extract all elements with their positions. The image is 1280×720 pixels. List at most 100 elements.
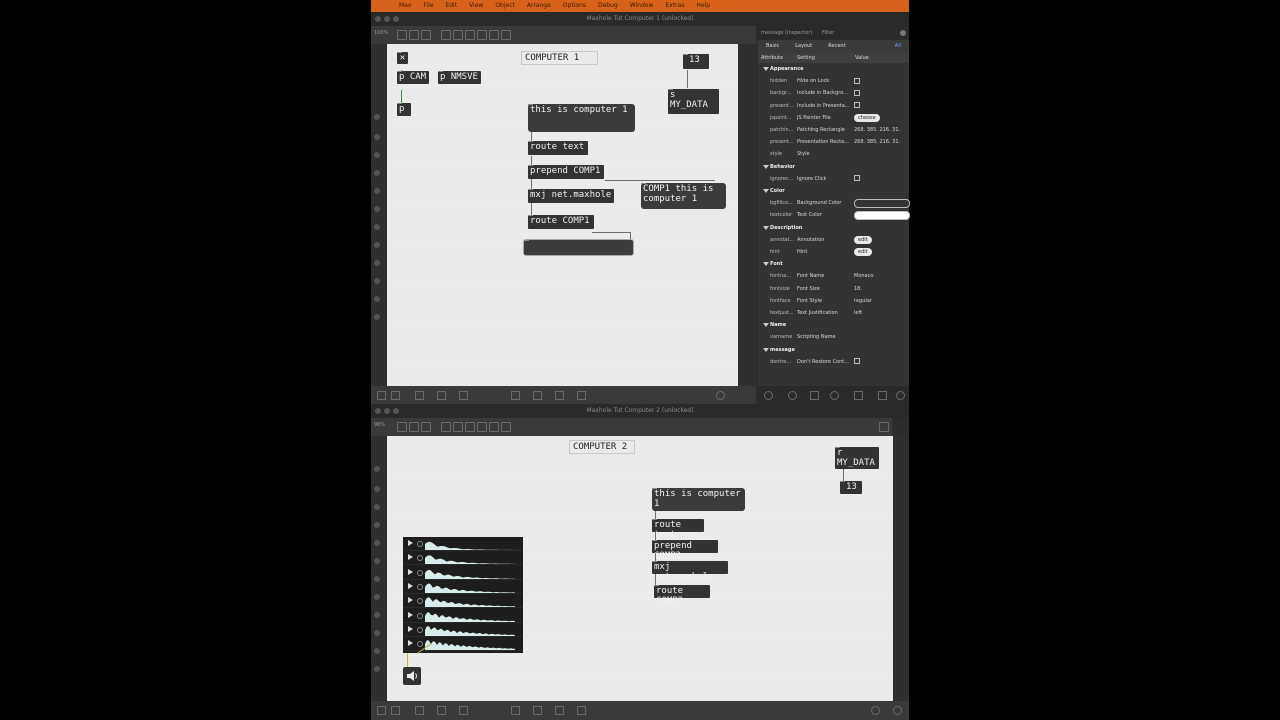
menu-extras[interactable]: Extras — [665, 0, 684, 12]
sidebar-icon-8[interactable] — [374, 594, 380, 600]
play-icon[interactable] — [408, 611, 413, 618]
sidebar-icon-4[interactable] — [374, 170, 380, 176]
window1-scrollbar[interactable] — [738, 44, 756, 386]
inspector-row[interactable]: style Style — [758, 148, 909, 160]
loop-icon[interactable] — [417, 583, 423, 590]
tab-basic[interactable]: Basic — [758, 40, 787, 53]
sidebar-icon-9[interactable] — [374, 612, 380, 618]
message-new-selected[interactable] — [523, 239, 634, 256]
window2-canvas[interactable]: COMPUTER 2 r MY_DATA 13 this is computer… — [387, 436, 893, 701]
sidebar-icon-11[interactable] — [374, 296, 380, 302]
inspector-row[interactable]: patchin... Patching Rectangle 268. 385. 21… — [758, 124, 909, 136]
disclosure-triangle-icon[interactable] — [763, 67, 769, 71]
inspector-row[interactable]: jspaint... JS Painter File choose — [758, 112, 909, 124]
bottom-icon-7[interactable] — [533, 706, 542, 715]
mxj-net-maxhole[interactable]: mxj net.maxhole — [652, 561, 728, 582]
number-box[interactable]: 13 — [840, 481, 862, 494]
inspector-section[interactable]: Appearance — [758, 63, 909, 75]
bottom-icon-8[interactable] — [555, 391, 564, 400]
value-cell[interactable]: 18. — [854, 283, 862, 295]
sidebar-toggle-icon[interactable] — [879, 422, 889, 432]
menu-file[interactable]: File — [423, 0, 433, 12]
bottom-icon-5[interactable] — [459, 706, 468, 715]
route-comp1[interactable]: route COMP1 — [528, 215, 594, 229]
sidebar-icon-2[interactable] — [374, 486, 380, 492]
checkbox[interactable] — [854, 89, 860, 96]
tab-layout[interactable]: Layout — [787, 40, 820, 53]
bottom-icon-4[interactable] — [437, 706, 446, 715]
sidebar-icon-8[interactable] — [374, 242, 380, 248]
checkbox[interactable] — [854, 102, 860, 109]
loop-icon[interactable] — [417, 612, 423, 619]
inspector-row[interactable]: dontre... Don't Restore Cont... — [758, 356, 909, 368]
bottom-icon-5[interactable] — [459, 391, 468, 400]
number-icon[interactable] — [489, 30, 499, 40]
patch-cord[interactable] — [401, 90, 402, 104]
disclosure-triangle-icon[interactable] — [763, 323, 769, 328]
waveform-track[interactable] — [403, 594, 523, 609]
bottom-icon-4[interactable] — [437, 391, 446, 400]
sidebar-icon-9[interactable] — [374, 260, 380, 266]
bottom-icon-9[interactable] — [577, 391, 586, 400]
loop-icon[interactable] — [417, 598, 423, 605]
patch-cord[interactable] — [655, 574, 656, 585]
minimize-window-icon[interactable] — [384, 16, 390, 22]
menu-edit[interactable]: Edit — [445, 0, 457, 12]
disclosure-triangle-icon[interactable] — [763, 225, 769, 230]
prepend-comp1[interactable]: prepend COMP1 — [528, 165, 604, 179]
color-swatch[interactable] — [854, 199, 910, 209]
cpu-meter-icon[interactable] — [871, 706, 880, 715]
waveform-track[interactable] — [403, 565, 523, 580]
sidebar-icon-5[interactable] — [374, 188, 380, 194]
sidebar-icon-12[interactable] — [374, 666, 380, 672]
menu-window[interactable]: Window — [630, 0, 654, 12]
toggle-x[interactable]: ✕ — [397, 52, 408, 64]
choose-button[interactable]: choose — [854, 113, 880, 122]
sidebar-icon-6[interactable] — [374, 558, 380, 564]
bottom-icon-3[interactable] — [415, 391, 424, 400]
inspector-row[interactable]: present... Include in Presenta... — [758, 100, 909, 112]
value-cell[interactable]: regular — [854, 295, 872, 307]
column-value[interactable]: Value — [855, 53, 869, 63]
presentation-icon[interactable] — [409, 30, 419, 40]
disclosure-triangle-icon[interactable] — [763, 347, 769, 352]
toggle-icon[interactable] — [477, 30, 487, 40]
prepend-comp2[interactable]: prepend COMP2 — [652, 540, 718, 561]
play-icon[interactable] — [408, 597, 413, 604]
send-my-data[interactable]: s MY_DATA — [668, 89, 719, 114]
patch-cord[interactable] — [655, 511, 656, 519]
button-icon[interactable] — [465, 422, 475, 432]
subpatch-cam[interactable]: p CAM — [397, 71, 429, 84]
menu-options[interactable]: Options — [563, 0, 586, 12]
value-cell[interactable]: 268. 385. 216. 31. — [854, 136, 900, 148]
inspector-row[interactable]: bgfillco... Background Color — [758, 197, 910, 209]
patch-cord[interactable] — [531, 203, 532, 215]
grid-icon[interactable] — [421, 422, 431, 432]
inspector-section[interactable]: Description — [758, 222, 909, 234]
power-icon[interactable] — [896, 391, 905, 400]
zoom-level[interactable]: 96% — [374, 422, 385, 428]
new-object-icon[interactable] — [441, 422, 451, 432]
sidebar-icon-5[interactable] — [374, 540, 380, 546]
loop-icon[interactable] — [417, 569, 423, 576]
speaker-icon[interactable] — [403, 667, 421, 685]
zoom-window-icon[interactable] — [393, 16, 399, 22]
bottom-icon-2[interactable] — [391, 391, 400, 400]
zoom-level[interactable]: 100% — [374, 30, 388, 36]
settings-icon[interactable] — [764, 391, 773, 400]
lock-icon[interactable] — [397, 422, 407, 432]
number-icon[interactable] — [489, 422, 499, 432]
list-icon[interactable] — [878, 391, 887, 400]
target-icon[interactable] — [788, 391, 797, 400]
bottom-icon-6[interactable] — [511, 391, 520, 400]
column-setting[interactable]: Setting — [797, 53, 815, 63]
power-icon[interactable] — [893, 706, 902, 715]
play-icon[interactable] — [408, 568, 413, 575]
menu-arrange[interactable]: Arrange — [527, 0, 551, 12]
message-icon[interactable] — [453, 30, 463, 40]
tab-recent[interactable]: Recent — [820, 40, 853, 53]
lock-icon[interactable] — [397, 30, 407, 40]
comment-computer-1[interactable]: COMPUTER 1 — [521, 51, 598, 65]
new-object-icon[interactable] — [441, 30, 451, 40]
menu-help[interactable]: Help — [696, 0, 710, 12]
